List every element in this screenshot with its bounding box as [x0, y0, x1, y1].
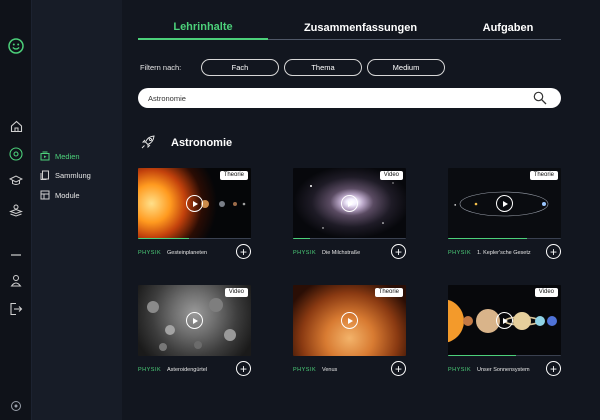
- subnav-item-module[interactable]: Module: [40, 188, 80, 202]
- compass-icon[interactable]: [8, 146, 24, 162]
- media-type-badge: Theorie: [219, 171, 248, 180]
- add-button[interactable]: +: [546, 244, 561, 259]
- add-button[interactable]: +: [546, 361, 561, 376]
- media-type-badge: Theorie: [374, 288, 403, 297]
- play-icon[interactable]: [496, 195, 513, 212]
- logout-icon[interactable]: [8, 301, 24, 317]
- subnav-label: Module: [55, 190, 80, 200]
- rocket-icon: [141, 135, 155, 149]
- card-thumbnail[interactable]: Theorie: [138, 168, 251, 239]
- svg-text:●: ●: [454, 202, 457, 207]
- search-icon[interactable]: [533, 91, 547, 105]
- card-thumbnail[interactable]: Video: [138, 285, 251, 356]
- card-thumbnail[interactable]: Theorie: [293, 285, 406, 356]
- subject-label: PHYSIK: [448, 367, 472, 373]
- add-button[interactable]: +: [236, 244, 251, 259]
- add-button[interactable]: +: [391, 244, 406, 259]
- filter-fach-button[interactable]: Fach: [201, 59, 279, 76]
- media-card: Video PHYSIK Die Milchstraße +: [293, 168, 406, 265]
- home-icon[interactable]: [8, 118, 24, 134]
- card-title: Unser Sonnensystem: [477, 367, 530, 373]
- subnav-label: Medien: [55, 151, 80, 161]
- play-icon[interactable]: [496, 312, 513, 329]
- filter-label: Filtern nach:: [140, 63, 182, 72]
- card-thumbnail[interactable]: Video: [448, 285, 561, 356]
- add-button[interactable]: +: [236, 361, 251, 376]
- icon-rail: [0, 0, 32, 420]
- progress-bar: [448, 354, 561, 356]
- modules-icon: [40, 190, 50, 200]
- card-title: Die Milchstraße: [322, 250, 361, 256]
- card-thumbnail[interactable]: Video: [293, 168, 406, 239]
- progress-bar: [138, 237, 251, 239]
- play-icon[interactable]: [341, 312, 358, 329]
- section-title: Astronomie: [171, 137, 233, 149]
- add-button[interactable]: +: [391, 361, 406, 376]
- user-icon[interactable]: [8, 272, 24, 288]
- play-icon[interactable]: [186, 195, 203, 212]
- subnav-item-sammlung[interactable]: Sammlung: [40, 168, 91, 182]
- tab-lehrinhalte[interactable]: Lehrinhalte: [138, 16, 268, 40]
- subject-label: PHYSIK: [293, 367, 317, 373]
- card-title: 1. Kepler'sche Gesetz: [477, 250, 531, 256]
- media-card: Theorie PHYSIK Gesteinplaneten +: [138, 168, 251, 265]
- media-type-badge: Video: [224, 288, 248, 297]
- collection-icon: [40, 170, 49, 180]
- progress-bar: [293, 237, 406, 239]
- search-bar: [138, 88, 561, 108]
- subnav: Medien Sammlung Module: [32, 0, 122, 420]
- subject-label: PHYSIK: [293, 250, 317, 256]
- subject-label: PHYSIK: [138, 250, 162, 256]
- card-title: Gesteinplaneten: [167, 250, 208, 256]
- tab-zusammenfassungen[interactable]: Zusammenfassungen: [298, 16, 423, 40]
- card-title: Asteroidengürtel: [167, 367, 208, 373]
- media-type-badge: Theorie: [529, 171, 558, 180]
- subject-label: PHYSIK: [448, 250, 472, 256]
- subnav-item-medien[interactable]: Medien: [40, 149, 80, 163]
- progress-bar: [448, 237, 561, 239]
- filter-thema-button[interactable]: Thema: [284, 59, 362, 76]
- media-card: ● Theorie PHYSIK 1. Kepler'sche Gesetz +: [448, 168, 561, 265]
- settings-icon[interactable]: [8, 398, 24, 414]
- filter-medium-button[interactable]: Medium: [367, 59, 445, 76]
- subnav-label: Sammlung: [55, 170, 91, 180]
- tab-aufgaben[interactable]: Aufgaben: [458, 16, 558, 40]
- media-type-badge: Video: [379, 171, 403, 180]
- card-thumbnail[interactable]: ● Theorie: [448, 168, 561, 239]
- subject-label: PHYSIK: [138, 367, 162, 373]
- layers-icon[interactable]: [8, 202, 24, 218]
- media-type-badge: Video: [534, 288, 558, 297]
- play-icon[interactable]: [186, 312, 203, 329]
- card-title: Venus: [322, 367, 338, 373]
- minus-icon: [8, 247, 24, 263]
- media-icon: [40, 151, 50, 161]
- media-card: Theorie PHYSIK Venus +: [293, 285, 406, 382]
- play-icon[interactable]: [341, 195, 358, 212]
- tab-bar: Lehrinhalte Zusammenfassungen Aufgaben: [138, 16, 561, 40]
- media-card: Video PHYSIK Unser Sonnensystem +: [448, 285, 561, 382]
- graduation-cap-icon[interactable]: [8, 173, 24, 189]
- search-input[interactable]: [148, 91, 518, 105]
- media-card: Video PHYSIK Asteroidengürtel +: [138, 285, 251, 382]
- logo-icon[interactable]: [8, 38, 24, 54]
